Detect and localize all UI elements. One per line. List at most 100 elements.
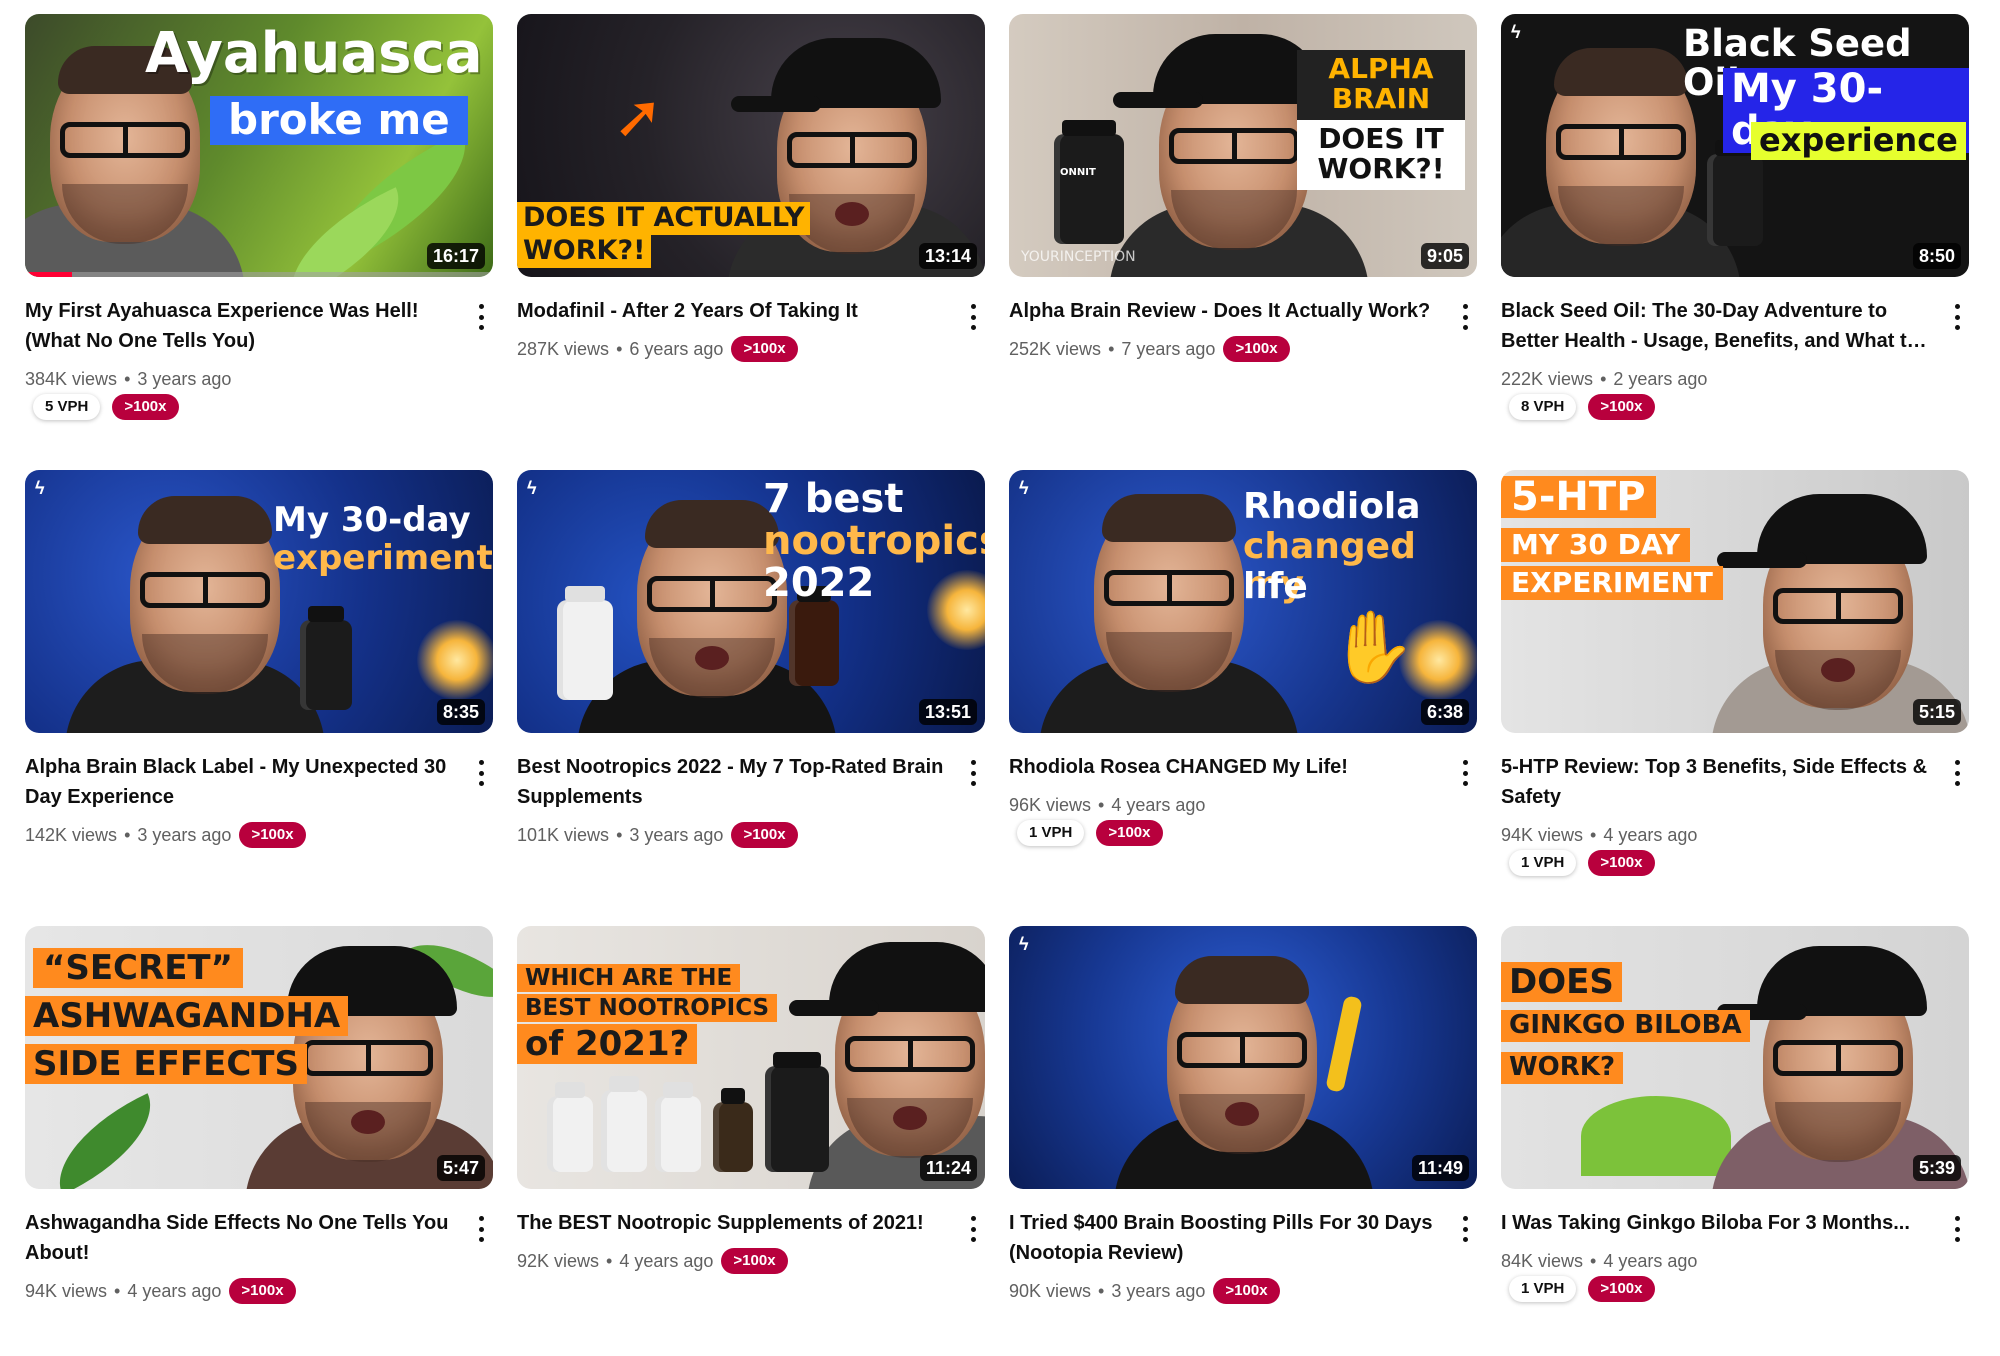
thumbnail-text: ASHWAGANDHA bbox=[25, 996, 349, 1037]
thumbnail-text: GINKGO BILOBA bbox=[1501, 1010, 1750, 1042]
person-face bbox=[1546, 48, 1696, 246]
video-card[interactable]: WHICH ARE THE BEST NOOTROPICS of 2021? 1… bbox=[517, 926, 985, 1356]
video-thumbnail[interactable]: DOES GINKGO BILOBA WORK? 5:39 bbox=[1501, 926, 1969, 1189]
thumbnail-text: experiment bbox=[273, 538, 493, 578]
person-face bbox=[130, 496, 280, 694]
view-count: 94K views bbox=[1501, 825, 1584, 845]
more-vert-icon[interactable] bbox=[1945, 1214, 1969, 1244]
thumbnail-text: DOES bbox=[1501, 962, 1622, 1003]
upload-age: 2 years ago bbox=[1613, 369, 1708, 389]
ok-hand-icon: ✋ bbox=[1329, 606, 1417, 688]
upload-age: 4 years ago bbox=[1603, 1251, 1698, 1271]
outlier-badge: >100x bbox=[112, 394, 179, 420]
thumbnail-text: of 2021? bbox=[517, 1024, 698, 1065]
video-title[interactable]: Black Seed Oil: The 30-Day Adventure to … bbox=[1501, 296, 1933, 356]
video-title[interactable]: I Tried $400 Brain Boosting Pills For 30… bbox=[1009, 1208, 1441, 1268]
video-thumbnail[interactable]: ϟ 11:49 bbox=[1009, 926, 1477, 1189]
video-duration: 5:39 bbox=[1912, 1155, 1961, 1181]
vph-badge: 5 VPH bbox=[33, 394, 101, 420]
vph-badge: 1 VPH bbox=[1017, 820, 1085, 846]
video-card[interactable]: “SECRET” ASHWAGANDHA SIDE EFFECTS 5:47 A… bbox=[25, 926, 493, 1356]
video-title[interactable]: 5-HTP Review: Top 3 Benefits, Side Effec… bbox=[1501, 752, 1933, 812]
lightning-bolt-icon: ϟ bbox=[527, 478, 537, 498]
video-title[interactable]: The BEST Nootropic Supplements of 2021! bbox=[517, 1208, 949, 1238]
video-thumbnail[interactable]: ϟ My 30-day experiment 8:35 bbox=[25, 470, 493, 733]
thumbnail-text: WORK?! bbox=[1317, 151, 1445, 185]
more-vert-icon[interactable] bbox=[1453, 758, 1477, 788]
supplement-bottle bbox=[765, 1052, 829, 1172]
video-meta: 287K views • 6 years ago >100x bbox=[517, 336, 798, 362]
supplement-bottle bbox=[547, 1082, 593, 1172]
badge-row: 5 VPH >100x bbox=[33, 394, 179, 420]
upload-age: 7 years ago bbox=[1121, 339, 1216, 359]
vph-badge: 1 VPH bbox=[1509, 1276, 1577, 1302]
video-duration: 8:35 bbox=[436, 699, 485, 725]
more-vert-icon[interactable] bbox=[469, 302, 493, 332]
lightning-bolt-icon: ϟ bbox=[1019, 934, 1029, 954]
video-title[interactable]: Modafinil - After 2 Years Of Taking It bbox=[517, 296, 949, 326]
video-title[interactable]: Rhodiola Rosea CHANGED My Life! bbox=[1009, 752, 1441, 782]
video-duration: 13:51 bbox=[918, 699, 977, 725]
thumbnail-text: 2022 bbox=[763, 560, 875, 606]
vph-badge: 8 VPH bbox=[1509, 394, 1577, 420]
video-thumbnail[interactable]: ϟ ✋ Rhodiola changed my life 6:38 bbox=[1009, 470, 1477, 733]
video-meta: 94K views • 4 years ago bbox=[1501, 822, 1697, 848]
upload-age: 3 years ago bbox=[1111, 1281, 1206, 1301]
video-thumbnail[interactable]: Ayahuasca broke me 16:17 bbox=[25, 14, 493, 277]
video-duration: 5:47 bbox=[436, 1155, 485, 1181]
video-card[interactable]: ϟ ✋ Rhodiola changed my life 6:38 Rhodio… bbox=[1009, 470, 1477, 900]
video-title[interactable]: Best Nootropics 2022 - My 7 Top-Rated Br… bbox=[517, 752, 949, 812]
view-count: 92K views bbox=[517, 1251, 600, 1271]
more-vert-icon[interactable] bbox=[469, 1214, 493, 1244]
video-title[interactable]: My First Ayahuasca Experience Was Hell! … bbox=[25, 296, 457, 356]
more-vert-icon[interactable] bbox=[961, 302, 985, 332]
video-card[interactable]: Ayahuasca broke me 16:17 My First Ayahua… bbox=[25, 14, 493, 444]
video-thumbnail[interactable]: ϟ 7 best nootropics 2022 13:51 bbox=[517, 470, 985, 733]
ginkgo-leaf bbox=[1581, 1096, 1731, 1176]
supplement-bottle bbox=[655, 1082, 701, 1172]
video-thumbnail[interactable]: 5-HTP MY 30 DAY EXPERIMENT 5:15 bbox=[1501, 470, 1969, 733]
video-title[interactable]: I Was Taking Ginkgo Biloba For 3 Months.… bbox=[1501, 1208, 1933, 1238]
video-card[interactable]: ϟ Black Seed Oil My 30-day experience 8:… bbox=[1501, 14, 1969, 444]
more-vert-icon[interactable] bbox=[961, 758, 985, 788]
video-card[interactable]: ALPHA BRAIN DOES IT WORK?! ONNIT YOURINC… bbox=[1009, 14, 1477, 444]
more-vert-icon[interactable] bbox=[469, 758, 493, 788]
outlier-badge: >100x bbox=[229, 1278, 296, 1304]
outlier-badge: >100x bbox=[721, 1248, 788, 1274]
upload-age: 3 years ago bbox=[137, 369, 232, 389]
video-card[interactable]: 5-HTP MY 30 DAY EXPERIMENT 5:15 5-HTP Re… bbox=[1501, 470, 1969, 900]
supplement-bottle bbox=[601, 1076, 647, 1172]
video-card[interactable]: ϟ 11:49 I Tried $400 Brain Boosting Pill… bbox=[1009, 926, 1477, 1356]
outlier-badge: >100x bbox=[1213, 1278, 1280, 1304]
video-card[interactable]: ϟ My 30-day experiment 8:35 Alpha Brain … bbox=[25, 470, 493, 900]
video-meta: 96K views • 4 years ago bbox=[1009, 792, 1205, 818]
more-vert-icon[interactable] bbox=[1945, 302, 1969, 332]
thumbnail-text: DOES IT bbox=[1318, 122, 1444, 155]
more-vert-icon[interactable] bbox=[1453, 302, 1477, 332]
video-card[interactable]: DOES GINKGO BILOBA WORK? 5:39 I Was Taki… bbox=[1501, 926, 1969, 1356]
thumbnail-text-box: DOES IT WORK?! bbox=[1297, 120, 1465, 190]
video-meta: 84K views • 4 years ago bbox=[1501, 1248, 1697, 1274]
thumbnail-text: Ayahuasca bbox=[145, 21, 483, 86]
video-thumbnail[interactable]: ϟ Black Seed Oil My 30-day experience 8:… bbox=[1501, 14, 1969, 277]
video-card[interactable]: ➚ DOES IT ACTUALLY WORK?! 13:14 Modafini… bbox=[517, 14, 985, 444]
more-vert-icon[interactable] bbox=[1453, 1214, 1477, 1244]
thumbnail-text: 7 best bbox=[763, 476, 904, 522]
video-title[interactable]: Alpha Brain Review - Does It Actually Wo… bbox=[1009, 296, 1441, 326]
view-count: 222K views bbox=[1501, 369, 1594, 389]
thumbnail-text: My 30-day bbox=[273, 500, 471, 540]
video-title[interactable]: Alpha Brain Black Label - My Unexpected … bbox=[25, 752, 457, 812]
more-vert-icon[interactable] bbox=[961, 1214, 985, 1244]
video-thumbnail[interactable]: ALPHA BRAIN DOES IT WORK?! ONNIT YOURINC… bbox=[1009, 14, 1477, 277]
video-thumbnail[interactable]: WHICH ARE THE BEST NOOTROPICS of 2021? 1… bbox=[517, 926, 985, 1189]
video-title[interactable]: Ashwagandha Side Effects No One Tells Yo… bbox=[25, 1208, 457, 1268]
vph-badge: 1 VPH bbox=[1509, 850, 1577, 876]
view-count: 90K views bbox=[1009, 1281, 1092, 1301]
more-vert-icon[interactable] bbox=[1945, 758, 1969, 788]
video-card[interactable]: ϟ 7 best nootropics 2022 13:51 Best Noot… bbox=[517, 470, 985, 900]
video-thumbnail[interactable]: ➚ DOES IT ACTUALLY WORK?! 13:14 bbox=[517, 14, 985, 277]
video-grid: Ayahuasca broke me 16:17 My First Ayahua… bbox=[25, 14, 1977, 1329]
video-thumbnail[interactable]: “SECRET” ASHWAGANDHA SIDE EFFECTS 5:47 bbox=[25, 926, 493, 1189]
person-face bbox=[1113, 34, 1323, 250]
thumbnail-text: WHICH ARE THE bbox=[517, 964, 741, 993]
